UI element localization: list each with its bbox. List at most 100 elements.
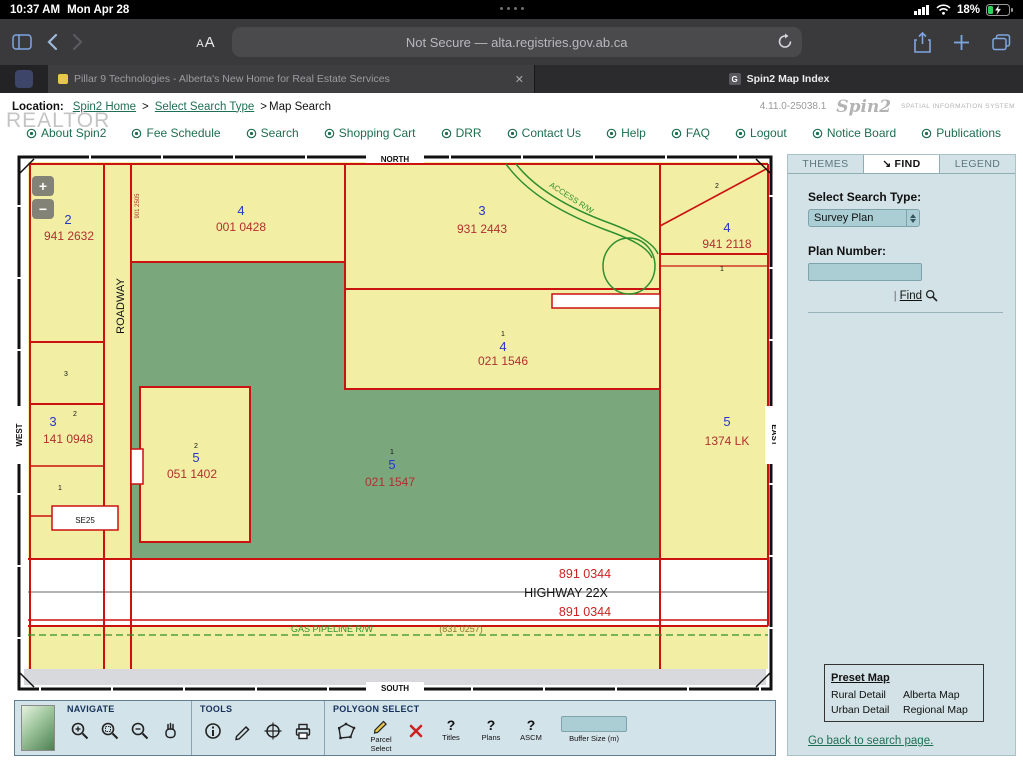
menu-drr[interactable]: DRR bbox=[441, 126, 482, 140]
pipeline-plan-label: (831 0257) bbox=[439, 624, 483, 634]
polygon-select-header: POLYGON SELECT bbox=[333, 704, 419, 714]
tab-group-icon bbox=[15, 70, 33, 88]
menu-publications[interactable]: Publications bbox=[921, 126, 1001, 140]
clear-selection-icon[interactable] bbox=[403, 716, 429, 746]
question-mark-icon: ? bbox=[527, 716, 536, 734]
forward-button-icon[interactable] bbox=[72, 33, 84, 51]
menu-contact-us[interactable]: Contact Us bbox=[507, 126, 581, 140]
spin2-logo: Spin2 bbox=[836, 97, 891, 117]
zoom-out-button[interactable]: − bbox=[32, 199, 54, 219]
buffer-size-input[interactable] bbox=[561, 716, 627, 732]
breadcrumb-current: Map Search bbox=[269, 101, 331, 113]
highway-label: HIGHWAY 22X bbox=[524, 586, 608, 600]
find-arrow-icon: ↘ bbox=[882, 158, 891, 170]
sidebar-toggle-icon[interactable] bbox=[12, 34, 32, 50]
menu-logout[interactable]: Logout bbox=[735, 126, 787, 140]
overview-map-thumbnail[interactable] bbox=[21, 705, 55, 751]
spin2-logo-subtitle: SPATIAL INFORMATION SYSTEM bbox=[901, 103, 1015, 110]
parcel-sub-label: 1 bbox=[501, 331, 505, 338]
polygon-tool-icon[interactable] bbox=[333, 716, 359, 746]
menu-fee-schedule[interactable]: Fee Schedule bbox=[131, 126, 220, 140]
ascm-query-button[interactable]: ? ASCM bbox=[513, 716, 549, 743]
polygon-select-group: POLYGON SELECT Parcel Select ? bbox=[324, 701, 635, 755]
parcel-lot-label: 3 bbox=[49, 414, 56, 429]
zoom-out-tool-icon[interactable] bbox=[127, 716, 153, 746]
reader-text-size-button[interactable]: AA bbox=[196, 34, 215, 51]
parcel-sub-label: 2 bbox=[194, 443, 198, 450]
plan-number-input[interactable] bbox=[808, 263, 922, 281]
zoom-in-tool-icon[interactable] bbox=[67, 716, 93, 746]
back-to-search-link[interactable]: Go back to search page. bbox=[808, 735, 1003, 747]
menu-search[interactable]: Search bbox=[246, 126, 299, 140]
close-tab-icon[interactable]: ✕ bbox=[515, 73, 524, 86]
spin2-page: REALTOR Location: Spin2 Home > Select Se… bbox=[0, 93, 1023, 767]
find-separator: | bbox=[894, 290, 897, 302]
preset-urban-detail[interactable]: Urban Detail bbox=[831, 704, 903, 716]
menu-about-spin2[interactable]: About Spin2 bbox=[26, 126, 106, 140]
tab-group-button[interactable] bbox=[0, 65, 48, 93]
parcel-sub-label: 3 bbox=[64, 371, 68, 378]
find-magnifier-icon[interactable] bbox=[925, 289, 938, 302]
parcel-select-label: Parcel Select bbox=[363, 736, 399, 753]
measure-tool-icon[interactable] bbox=[230, 716, 256, 746]
map-viewport[interactable]: + − bbox=[14, 154, 776, 694]
find-button[interactable]: Find bbox=[900, 290, 922, 302]
menu-notice-board[interactable]: Notice Board bbox=[812, 126, 896, 140]
print-tool-icon[interactable] bbox=[290, 716, 316, 746]
share-icon[interactable] bbox=[914, 32, 931, 53]
parcel-sub-label: 1 bbox=[58, 485, 62, 492]
navigate-header: NAVIGATE bbox=[67, 704, 115, 714]
parcel-plan-label: 941 2118 bbox=[702, 237, 751, 251]
breadcrumb-home-link[interactable]: Spin2 Home bbox=[73, 101, 136, 113]
menu-help[interactable]: Help bbox=[606, 126, 646, 140]
locate-tool-icon[interactable] bbox=[260, 716, 286, 746]
parcel-sub-label: 1 bbox=[720, 266, 724, 273]
tab-legend[interactable]: LEGEND bbox=[940, 155, 1015, 173]
tab-spin2-map-index[interactable]: G Spin2 Map Index bbox=[535, 65, 1023, 93]
preset-regional-map[interactable]: Regional Map bbox=[903, 704, 977, 716]
reload-icon[interactable] bbox=[777, 33, 793, 53]
parcel-select-tool[interactable]: Parcel Select bbox=[363, 716, 399, 753]
battery-percent: 18% bbox=[957, 4, 980, 16]
roadway-label: ROADWAY bbox=[115, 278, 127, 334]
tab-pillar9[interactable]: Pillar 9 Technologies - Alberta's New Ho… bbox=[48, 65, 535, 93]
parcel-sub-label: 2 bbox=[715, 183, 719, 190]
back-button-icon[interactable] bbox=[46, 33, 58, 51]
titles-query-button[interactable]: ? Titles bbox=[433, 716, 469, 743]
status-bar: 10:37 AM Mon Apr 28 18% bbox=[0, 0, 1023, 19]
preset-alberta-map[interactable]: Alberta Map bbox=[903, 689, 977, 701]
version-text: 4.11.0-25038.1 bbox=[760, 101, 827, 112]
pillar9-favicon bbox=[58, 74, 68, 84]
parcel-plan-label: 141 0948 bbox=[43, 432, 93, 446]
tab-themes[interactable]: THEMES bbox=[788, 155, 863, 173]
search-type-select[interactable]: Survey Plan bbox=[808, 209, 920, 227]
buffer-size-label: Buffer Size (m) bbox=[569, 734, 619, 743]
breadcrumb: Location: Spin2 Home > Select Search Typ… bbox=[0, 93, 1023, 120]
menu-shopping-cart[interactable]: Shopping Cart bbox=[324, 126, 416, 140]
pan-tool-icon[interactable] bbox=[157, 716, 183, 746]
cellular-signal-icon bbox=[914, 4, 930, 15]
plans-query-button[interactable]: ? Plans bbox=[473, 716, 509, 743]
breadcrumb-search-type-link[interactable]: Select Search Type bbox=[155, 101, 255, 113]
new-tab-icon[interactable] bbox=[953, 34, 970, 51]
tab-find[interactable]: ↘ FIND bbox=[863, 155, 940, 173]
parcel-plan-label: 941 2632 bbox=[44, 229, 94, 243]
date: Mon Apr 28 bbox=[67, 4, 129, 16]
tab-overview-icon[interactable] bbox=[992, 34, 1011, 51]
identify-tool-icon[interactable] bbox=[200, 716, 226, 746]
address-bar[interactable]: Not Secure — alta.registries.gov.ab.ca bbox=[232, 27, 802, 57]
breadcrumb-separator: > bbox=[260, 101, 267, 113]
parcel-sub-label: 2 bbox=[73, 411, 77, 418]
zoom-window-tool-icon[interactable] bbox=[97, 716, 123, 746]
question-mark-icon: ? bbox=[487, 716, 496, 734]
menu-faq[interactable]: FAQ bbox=[671, 126, 710, 140]
map-toolbar: NAVIGATE bbox=[14, 700, 776, 756]
zoom-in-button[interactable]: + bbox=[32, 176, 54, 196]
parcel-plan-label: 1374 LK bbox=[705, 434, 750, 448]
map-canvas[interactable]: NORTH SOUTH WEST EAST 2 941 2632 4 001 0… bbox=[14, 154, 776, 694]
titles-label: Titles bbox=[442, 734, 460, 743]
preset-rural-detail[interactable]: Rural Detail bbox=[831, 689, 903, 701]
tools-group: TOOLS bbox=[191, 701, 324, 755]
location-label: Location: bbox=[12, 101, 64, 113]
highway-plan-label: 891 0344 bbox=[559, 567, 611, 581]
